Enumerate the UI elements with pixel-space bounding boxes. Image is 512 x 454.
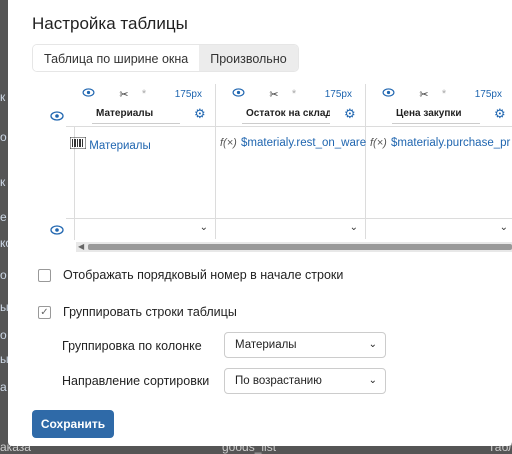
asterisk-icon: * xyxy=(291,88,297,100)
column-settings: ✂ * 175px Материалы ⚙ Материалы ⌄ xyxy=(66,84,216,239)
column-value[interactable]: f(×) $materialy.rest_on_ware xyxy=(220,137,366,149)
column-aggregate-select[interactable]: ⌄ xyxy=(366,218,512,240)
row-number-label: Отображать порядковый номер в начале стр… xyxy=(63,268,344,282)
gear-icon[interactable]: ⚙ xyxy=(494,106,506,122)
column-header: Цена закупки ⚙ xyxy=(366,106,512,126)
asterisk-icon: * xyxy=(441,88,447,100)
asterisk-icon: * xyxy=(141,88,147,100)
dialog-title: Настройка таблицы xyxy=(32,14,188,33)
chevron-down-icon: ⌄ xyxy=(199,222,208,233)
horizontal-scrollbar[interactable]: ◀ xyxy=(76,242,512,252)
eye-icon[interactable] xyxy=(228,88,248,100)
column-header: Материалы ⚙ xyxy=(66,106,216,126)
formula-icon: f(×) xyxy=(220,137,237,149)
gear-icon[interactable]: ⚙ xyxy=(194,106,206,122)
column-title-input[interactable]: Цена закупки xyxy=(392,106,480,124)
column-aggregate-select[interactable]: ⌄ xyxy=(66,218,216,240)
bg-fragment: о xyxy=(0,328,7,342)
column-settings: ✂ * 175px Цена закупки ⚙ f(×) $materialy… xyxy=(366,84,512,239)
column-toolbar: ✂ * 175px xyxy=(216,84,366,104)
width-mode-toggle: Таблица по ширине окна Произвольно xyxy=(32,44,299,72)
tools-icon[interactable]: ✂ xyxy=(114,88,134,101)
row-number-option[interactable]: Отображать порядковый номер в начале стр… xyxy=(38,268,343,282)
formula-icon: f(×) xyxy=(370,137,387,149)
column-title-input[interactable]: Материалы xyxy=(92,106,180,124)
column-cell: f(×) $materialy.purchase_pr xyxy=(366,126,512,218)
group-by-select[interactable]: Материалы ⌄ xyxy=(224,332,386,358)
save-button[interactable]: Сохранить xyxy=(32,410,114,438)
bg-fragment: к xyxy=(0,90,6,104)
eye-icon[interactable] xyxy=(378,88,398,100)
chevron-down-icon: ⌄ xyxy=(368,375,377,386)
sort-direction-label: Направление сортировки xyxy=(62,374,210,388)
row-number-checkbox[interactable] xyxy=(38,268,51,282)
scrollbar-thumb[interactable] xyxy=(88,244,512,250)
bg-fragment: е xyxy=(0,210,7,224)
bg-fragment: а xyxy=(0,380,7,394)
column-title-input[interactable]: Остаток на склад xyxy=(242,106,330,124)
chevron-down-icon: ⌄ xyxy=(349,222,358,233)
column-value[interactable]: Материалы xyxy=(69,136,151,152)
group-rows-label: Группировать строки таблицы xyxy=(63,305,237,319)
group-rows-checkbox[interactable]: ✓ xyxy=(38,305,51,319)
column-cell: Материалы xyxy=(66,126,216,218)
scroll-left-icon[interactable]: ◀ xyxy=(78,242,84,251)
tab-window-width[interactable]: Таблица по ширине окна xyxy=(33,45,200,71)
column-width[interactable]: 175px xyxy=(325,89,352,100)
column-width[interactable]: 175px xyxy=(475,89,502,100)
column-aggregate-select[interactable]: ⌄ xyxy=(216,218,366,240)
group-rows-option[interactable]: ✓ Группировать строки таблицы xyxy=(38,305,237,319)
sort-direction-select[interactable]: По возрастанию ⌄ xyxy=(224,368,386,394)
group-by-value: Материалы xyxy=(235,339,297,351)
column-width[interactable]: 175px xyxy=(175,89,202,100)
chevron-down-icon: ⌄ xyxy=(368,339,377,350)
column-value-text: $materialy.purchase_pr xyxy=(391,137,511,149)
eye-icon[interactable] xyxy=(50,110,64,124)
tools-icon[interactable]: ✂ xyxy=(264,88,284,101)
column-cell: f(×) $materialy.rest_on_ware xyxy=(216,126,366,218)
tab-custom-width[interactable]: Произвольно xyxy=(199,45,298,71)
sort-direction-value: По возрастанию xyxy=(235,375,322,387)
column-value-text: $materialy.rest_on_ware xyxy=(241,137,367,149)
group-by-label: Группировка по колонке xyxy=(62,339,202,353)
column-settings: ✂ * 175px Остаток на склад ⚙ f(×) $mater… xyxy=(216,84,366,239)
barcode-icon xyxy=(69,136,87,152)
chevron-down-icon: ⌄ xyxy=(499,222,508,233)
gear-icon[interactable]: ⚙ xyxy=(344,106,356,122)
bg-fragment: о xyxy=(0,268,7,282)
eye-icon[interactable] xyxy=(50,224,64,238)
eye-icon[interactable] xyxy=(78,88,98,100)
column-header: Остаток на склад ⚙ xyxy=(216,106,366,126)
table-settings-dialog: Настройка таблицы Таблица по ширине окна… xyxy=(8,0,512,446)
columns-editor: ✂ * 175px Материалы ⚙ Материалы ⌄ ✂ * 17… xyxy=(66,84,512,254)
column-value[interactable]: f(×) $materialy.purchase_pr xyxy=(370,137,510,149)
column-toolbar: ✂ * 175px xyxy=(66,84,216,104)
column-toolbar: ✂ * 175px xyxy=(366,84,512,104)
bg-fragment: о xyxy=(0,130,7,144)
column-value-text: Материалы xyxy=(89,140,151,152)
tools-icon[interactable]: ✂ xyxy=(414,88,434,101)
bg-fragment: к xyxy=(0,175,6,189)
